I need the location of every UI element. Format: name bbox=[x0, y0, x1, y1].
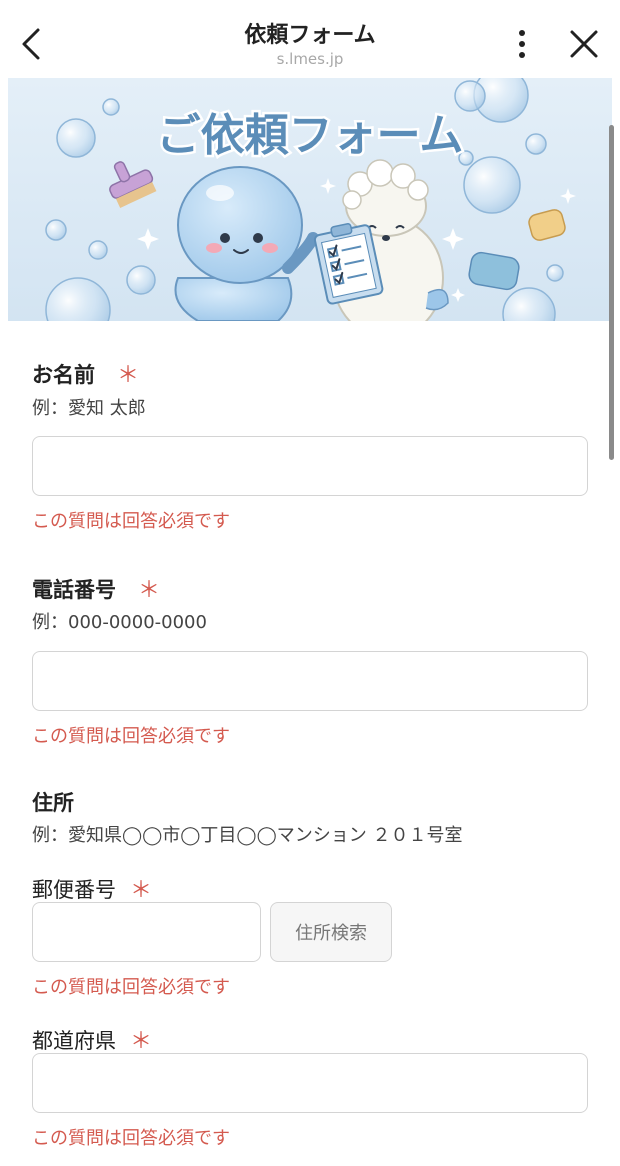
name-error: この質問は回答必須です bbox=[32, 511, 230, 532]
phone-input[interactable] bbox=[32, 651, 588, 711]
name-label: お名前＊ bbox=[32, 363, 140, 388]
required-mark: ＊ bbox=[117, 363, 140, 388]
name-hint: 例：愛知 太郎 bbox=[32, 398, 146, 419]
phone-error: この質問は回答必須です bbox=[32, 726, 230, 747]
prefecture-input[interactable] bbox=[32, 1053, 588, 1113]
required-mark: ＊ bbox=[130, 878, 153, 903]
prefecture-label: 都道府県＊ bbox=[32, 1029, 153, 1054]
more-options-icon[interactable] bbox=[508, 26, 536, 62]
banner-image: ご依頼フォーム bbox=[8, 78, 612, 321]
phone-hint: 例：000-0000-0000 bbox=[32, 612, 207, 633]
address-hint: 例：愛知県◯◯市◯丁目◯◯マンション ２０１号室 bbox=[32, 825, 463, 846]
phone-label: 電話番号＊ bbox=[32, 578, 161, 603]
postal-input[interactable] bbox=[32, 902, 261, 962]
required-mark: ＊ bbox=[138, 578, 161, 603]
banner-title: ご依頼フォーム bbox=[157, 110, 464, 161]
scrollbar[interactable] bbox=[609, 125, 614, 460]
address-label: 住所 bbox=[32, 791, 74, 815]
name-input[interactable] bbox=[32, 436, 588, 496]
postal-label: 郵便番号＊ bbox=[32, 878, 153, 903]
close-icon[interactable] bbox=[566, 26, 602, 62]
prefecture-error: この質問は回答必須です bbox=[32, 1128, 230, 1149]
required-mark: ＊ bbox=[130, 1029, 153, 1054]
postal-error: この質問は回答必須です bbox=[32, 977, 230, 998]
top-bar: 依頼フォーム s.lmes.jp bbox=[0, 0, 620, 76]
address-search-button[interactable]: 住所検索 bbox=[270, 902, 392, 962]
